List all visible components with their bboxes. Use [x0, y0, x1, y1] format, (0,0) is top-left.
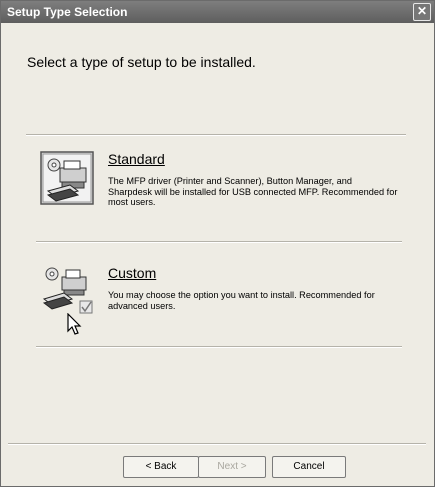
next-button[interactable]: Next > [198, 456, 266, 478]
printer-scanner-icon[interactable] [40, 151, 96, 207]
divider [36, 346, 402, 348]
standard-description: The MFP driver (Printer and Scanner), Bu… [108, 176, 398, 207]
close-icon: ✕ [416, 4, 428, 18]
window-title: Setup Type Selection [7, 5, 128, 19]
cancel-button[interactable]: Cancel [272, 456, 346, 478]
page-heading: Select a type of setup to be installed. [27, 54, 256, 70]
footer-divider [8, 443, 426, 445]
standard-title[interactable]: Standard [108, 151, 165, 167]
divider [26, 134, 406, 136]
custom-option[interactable]: Custom You may choose the option you wan… [36, 265, 406, 355]
dialog-body: Select a type of setup to be installed. … [2, 24, 433, 485]
setup-dialog: Setup Type Selection ✕ Select a type of … [0, 0, 435, 487]
mouse-cursor-icon [67, 313, 82, 335]
title-bar: Setup Type Selection ✕ [1, 1, 434, 23]
back-button[interactable]: < Back [123, 456, 199, 478]
close-button[interactable]: ✕ [413, 3, 431, 21]
divider [36, 241, 402, 243]
custom-title[interactable]: Custom [108, 265, 156, 281]
standard-option[interactable]: Standard The MFP driver (Printer and Sca… [36, 151, 406, 241]
custom-description: You may choose the option you want to in… [108, 290, 375, 311]
